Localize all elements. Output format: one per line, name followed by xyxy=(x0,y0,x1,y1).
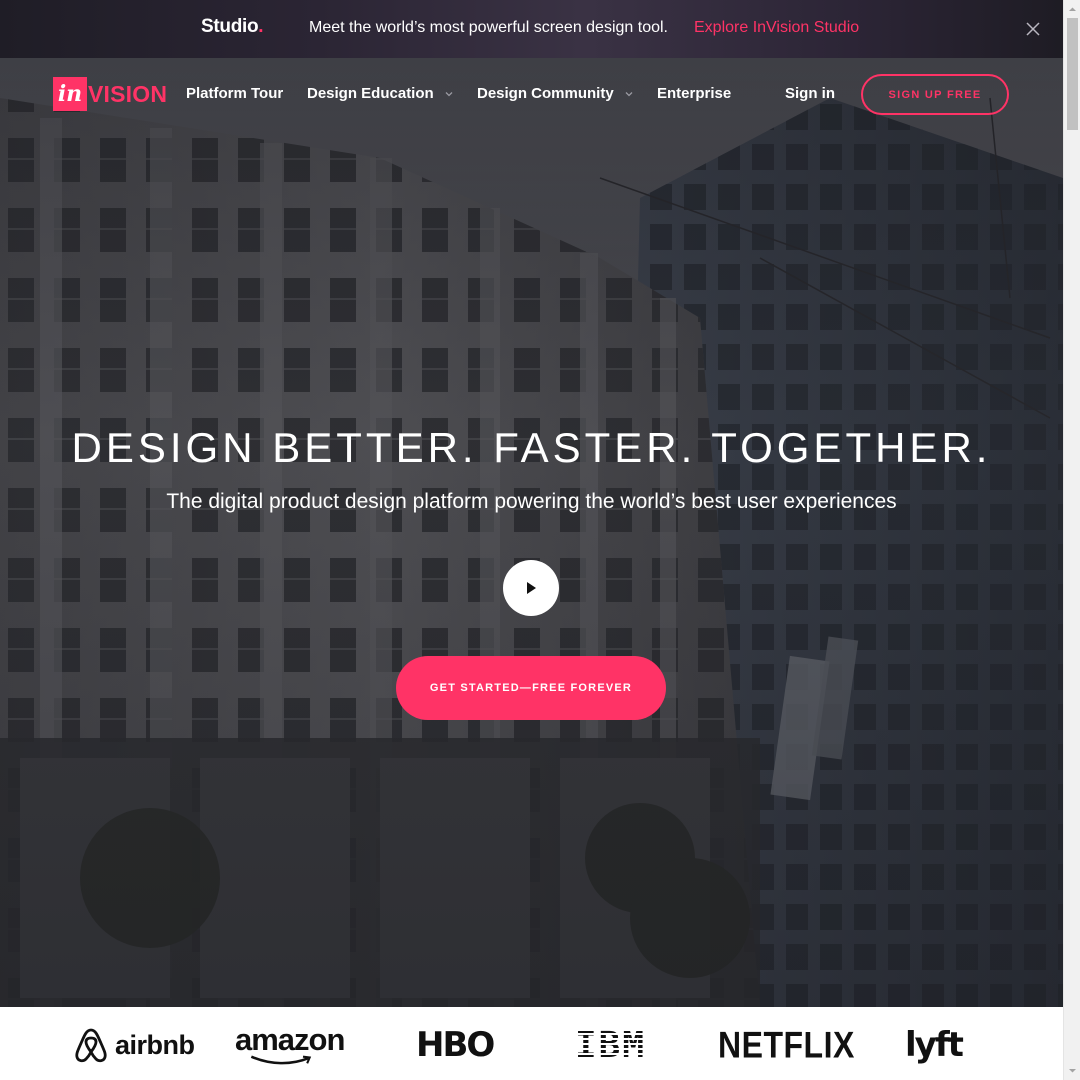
get-started-button[interactable]: GET STARTED—FREE FOREVER xyxy=(396,656,666,720)
hbo-logo: HBO xyxy=(416,1025,495,1065)
nav-item-label: Design Community xyxy=(477,85,614,102)
main-nav: in VISION Platform Tour Design Education… xyxy=(0,58,1063,132)
nav-design-community[interactable]: Design Community xyxy=(477,85,634,102)
hbo-wordmark: HBO xyxy=(416,1025,495,1065)
promo-text: Meet the world’s most powerful screen de… xyxy=(309,19,668,36)
studio-logo: Studio. xyxy=(201,16,264,37)
client-logos: airbnb amazon HBO IBM NETFLIX lyft xyxy=(0,1007,1063,1080)
chevron-down-icon xyxy=(625,91,633,96)
sign-up-button[interactable]: SIGN UP FREE xyxy=(861,74,1009,115)
nav-item-label: Platform Tour xyxy=(186,85,284,102)
play-video-button[interactable] xyxy=(503,560,559,616)
explore-studio-link[interactable]: Explore InVision Studio xyxy=(694,19,859,37)
scroll-up-arrow-icon[interactable] xyxy=(1068,5,1077,14)
chevron-down-icon xyxy=(445,91,453,96)
amazon-wordmark: amazon xyxy=(235,1022,345,1057)
nav-design-education[interactable]: Design Education xyxy=(307,85,454,102)
nav-platform-tour[interactable]: Platform Tour xyxy=(186,85,283,102)
play-icon xyxy=(527,582,536,594)
sign-in-label: Sign in xyxy=(785,85,835,102)
airbnb-icon xyxy=(75,1028,107,1063)
page-scrollbar[interactable] xyxy=(1063,0,1080,1080)
scroll-down-arrow-icon[interactable] xyxy=(1068,1066,1077,1075)
logo-mark: in xyxy=(53,77,87,111)
airbnb-logo: airbnb xyxy=(73,1025,195,1065)
nav-item-label: Design Education xyxy=(307,85,434,102)
amazon-logo: amazon xyxy=(235,1022,345,1065)
ibm-logo: IBM xyxy=(575,1024,647,1066)
lyft-wordmark: lyft xyxy=(905,1025,964,1065)
netflix-logo: NETFLIX xyxy=(718,1023,855,1066)
sign-in-link[interactable]: Sign in xyxy=(785,85,835,102)
invision-logo[interactable]: in VISION xyxy=(53,77,167,111)
close-icon[interactable] xyxy=(1024,20,1042,38)
ibm-wordmark: IBM xyxy=(575,1024,647,1066)
airbnb-wordmark: airbnb xyxy=(115,1029,195,1060)
scrollbar-thumb[interactable] xyxy=(1067,18,1078,130)
netflix-wordmark: NETFLIX xyxy=(718,1023,855,1066)
hero-title: DESIGN BETTER. FASTER. TOGETHER. xyxy=(71,424,992,471)
logo-wordmark: VISION xyxy=(88,80,168,107)
nav-enterprise[interactable]: Enterprise xyxy=(657,85,731,102)
lyft-logo: lyft xyxy=(905,1025,964,1065)
hero-section xyxy=(0,58,1063,1007)
promo-banner: Studio. Meet the world’s most powerful s… xyxy=(0,0,1063,58)
hero-subtitle: The digital product design platform powe… xyxy=(166,490,897,513)
amazon-smile-icon xyxy=(250,1055,312,1065)
nav-item-label: Enterprise xyxy=(657,85,732,102)
hero-dark-overlay xyxy=(0,58,1063,1007)
